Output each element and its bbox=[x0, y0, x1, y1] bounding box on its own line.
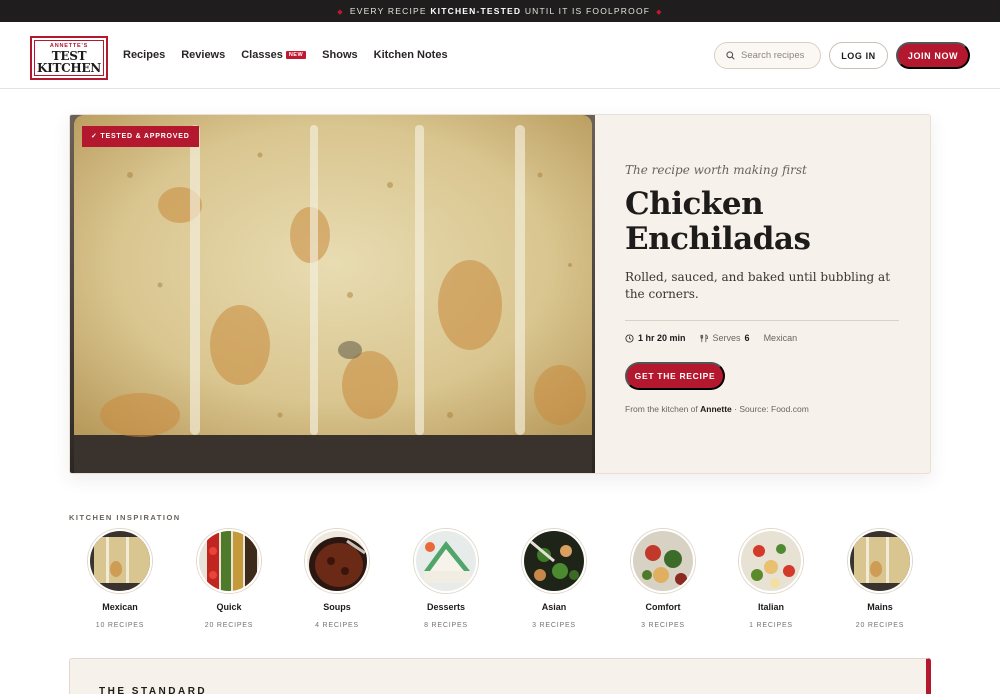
get-recipe-button[interactable]: GET THE RECIPE bbox=[625, 362, 725, 390]
nav-kitchen-notes[interactable]: Kitchen Notes bbox=[374, 49, 448, 61]
category-count: 3 RECIPES bbox=[532, 622, 576, 629]
category-name: Desserts bbox=[426, 602, 466, 612]
category-thumbnail bbox=[631, 529, 695, 593]
diamond-icon: ◆ bbox=[337, 9, 344, 16]
serves-icon bbox=[700, 333, 708, 342]
category-name: Comfort bbox=[645, 602, 681, 612]
recipe-meta: 1 hr 20 min Serves 6 Mexican bbox=[625, 333, 797, 343]
category-mains[interactable]: Mains 20 RECIPES bbox=[830, 529, 930, 629]
recipe-source: From the kitchen of Annette · Source: Fo… bbox=[625, 404, 809, 414]
announcement-text-before: EVERY RECIPE bbox=[349, 6, 427, 16]
category-name: Mains bbox=[867, 602, 893, 612]
author-name: Annette bbox=[700, 404, 732, 414]
section-label: KITCHEN INSPIRATION bbox=[69, 513, 181, 522]
category-name: Soups bbox=[323, 602, 351, 612]
category-mexican[interactable]: Mexican 10 RECIPES bbox=[70, 529, 170, 629]
category-asian[interactable]: Asian 3 RECIPES bbox=[504, 529, 604, 629]
nav-label: Classes bbox=[241, 49, 283, 61]
site-header: ANNETTE'S TEST KITCHEN Recipes Reviews C… bbox=[0, 22, 1000, 89]
nav-label: Recipes bbox=[123, 49, 166, 61]
nav-shows[interactable]: Shows bbox=[322, 49, 357, 61]
logo-frame: ANNETTE'S TEST KITCHEN bbox=[34, 40, 104, 76]
nav-classes[interactable]: Classes NEW bbox=[241, 49, 307, 61]
recipe-description: Rolled, sauced, and baked until bubbling… bbox=[625, 270, 891, 301]
search-input[interactable] bbox=[741, 50, 821, 61]
clock-icon bbox=[625, 333, 634, 343]
nav-label: Reviews bbox=[181, 49, 226, 61]
category-thumbnail bbox=[522, 529, 586, 593]
category-name: Asian bbox=[541, 602, 567, 612]
category-thumbnail bbox=[848, 529, 912, 593]
category-comfort[interactable]: Comfort 3 RECIPES bbox=[613, 529, 713, 629]
hero-kicker: The recipe worth making first bbox=[625, 163, 807, 177]
source-suffix: · Source: Food.com bbox=[734, 404, 809, 414]
serves-value: 6 bbox=[744, 333, 750, 343]
nav-recipes[interactable]: Recipes bbox=[123, 49, 165, 61]
category-count: 20 RECIPES bbox=[204, 622, 254, 629]
announcement-text-after: UNTIL IT IS FOOLPROOF bbox=[524, 6, 651, 16]
standard-section: THE STANDARD bbox=[69, 658, 931, 694]
hero-image[interactable]: ✓ TESTED & APPROVED bbox=[70, 115, 595, 473]
category-name: Quick bbox=[216, 602, 242, 612]
category-thumbnail bbox=[414, 529, 478, 593]
cuisine-label: Mexican bbox=[763, 333, 798, 343]
announcement-bar: ◆ EVERY RECIPE KITCHEN-TESTED UNTIL IT IS… bbox=[0, 0, 1000, 22]
source-prefix: From the kitchen of bbox=[625, 404, 698, 414]
hero-content: The recipe worth making first Chicken En… bbox=[625, 115, 900, 473]
tested-approved-badge: ✓ TESTED & APPROVED bbox=[82, 126, 199, 147]
category-count: 1 RECIPES bbox=[749, 622, 793, 629]
category-quick[interactable]: Quick 20 RECIPES bbox=[179, 529, 279, 629]
category-thumbnail bbox=[739, 529, 803, 593]
nav-reviews[interactable]: Reviews bbox=[181, 49, 225, 61]
search-icon bbox=[726, 51, 735, 60]
enchiladas-photo bbox=[70, 115, 595, 473]
category-list: Mexican 10 RECIPES Quick 20 RECIPES Soup… bbox=[69, 529, 931, 633]
join-button[interactable]: JOIN NOW bbox=[896, 42, 970, 69]
main-nav: Recipes Reviews Classes NEW Shows Kitchen… bbox=[123, 22, 448, 88]
category-count: 4 RECIPES bbox=[315, 622, 359, 629]
category-count: 10 RECIPES bbox=[95, 622, 145, 629]
logo-line-2: KITCHEN bbox=[37, 61, 101, 75]
category-thumbnail bbox=[305, 529, 369, 593]
category-name: Italian bbox=[757, 602, 784, 612]
category-soups[interactable]: Soups 4 RECIPES bbox=[287, 529, 387, 629]
cook-time: 1 hr 20 min bbox=[625, 333, 686, 343]
category-thumbnail bbox=[88, 529, 152, 593]
recipe-title[interactable]: Chicken Enchiladas bbox=[625, 187, 900, 257]
announcement-text-bold: KITCHEN-TESTED bbox=[430, 6, 522, 16]
category-thumbnail bbox=[197, 529, 261, 593]
standard-label: THE STANDARD bbox=[99, 686, 208, 694]
serves-label: Serves bbox=[712, 333, 741, 343]
category-desserts[interactable]: Desserts 8 RECIPES bbox=[396, 529, 496, 629]
login-button[interactable]: LOG IN bbox=[829, 42, 888, 69]
category-italian[interactable]: Italian 1 RECIPES bbox=[721, 529, 821, 629]
category-count: 8 RECIPES bbox=[424, 622, 468, 629]
search-box[interactable] bbox=[714, 42, 821, 69]
category-count: 20 RECIPES bbox=[855, 622, 905, 629]
diamond-icon: ◆ bbox=[656, 9, 663, 16]
nav-label: Shows bbox=[322, 49, 358, 61]
category-count: 3 RECIPES bbox=[641, 622, 685, 629]
nav-label: Kitchen Notes bbox=[373, 49, 448, 61]
category-name: Mexican bbox=[102, 602, 138, 612]
featured-recipe-card: ✓ TESTED & APPROVED The recipe worth mak… bbox=[69, 114, 931, 474]
brand-logo[interactable]: ANNETTE'S TEST KITCHEN bbox=[30, 36, 108, 80]
new-badge: NEW bbox=[285, 51, 307, 59]
divider bbox=[625, 320, 899, 321]
cook-time-value: 1 hr 20 min bbox=[638, 333, 686, 343]
servings: Serves 6 bbox=[700, 333, 750, 343]
